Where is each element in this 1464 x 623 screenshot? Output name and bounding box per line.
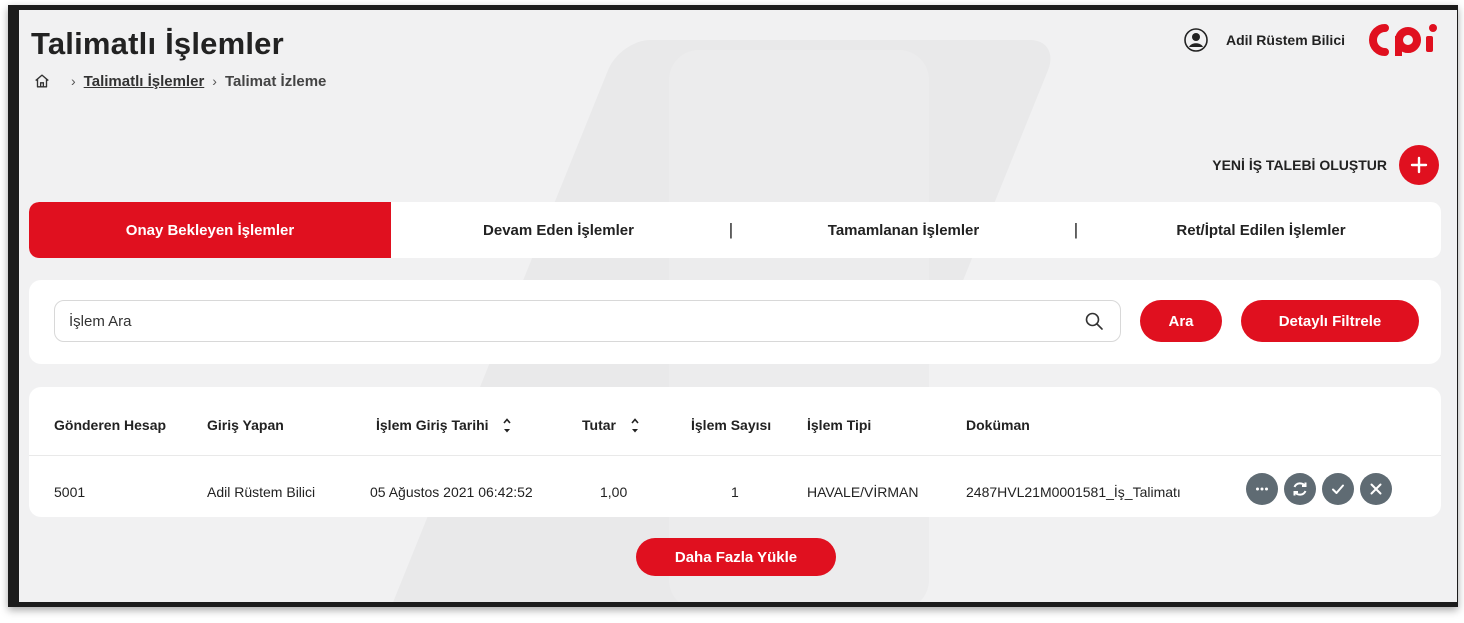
breadcrumb-separator: › [71, 73, 76, 89]
user-area: Adil Rüstem Bilici [1184, 22, 1441, 58]
search-input[interactable] [55, 301, 1084, 341]
close-icon[interactable] [1360, 473, 1392, 505]
cell-document[interactable]: 2487HVL21M0001581_İş_Talimatı [966, 484, 1181, 500]
detailed-filter-button[interactable]: Detaylı Filtrele [1241, 300, 1419, 342]
user-icon[interactable] [1184, 28, 1208, 52]
load-more-button[interactable]: Daha Fazla Yükle [636, 538, 836, 576]
breadcrumb: › Talimatlı İşlemler › Talimat İzleme [33, 72, 326, 90]
search-field [54, 300, 1121, 342]
column-header-entered-by: Giriş Yapan [207, 417, 284, 433]
column-header-entry-date-label: İşlem Giriş Tarihi [376, 417, 489, 433]
cell-transaction-type: HAVALE/VİRMAN [807, 484, 919, 500]
plus-icon[interactable] [1399, 145, 1439, 185]
cell-transaction-count: 1 [731, 484, 739, 500]
cell-entered-by: Adil Rüstem Bilici [207, 484, 316, 500]
user-name[interactable]: Adil Rüstem Bilici [1226, 32, 1345, 48]
column-header-document: Doküman [966, 417, 1030, 433]
cell-entry-date: 05 Ağustos 2021 06:42:52 [370, 484, 533, 500]
breadcrumb-link-talimatli-islemler[interactable]: Talimatlı İşlemler [84, 73, 205, 90]
sort-icon[interactable] [502, 418, 512, 434]
search-button[interactable]: Ara [1140, 300, 1222, 342]
column-header-transaction-type: İşlem Tipi [807, 417, 872, 433]
check-icon[interactable] [1322, 473, 1354, 505]
cell-sender-account: 5001 [54, 484, 86, 500]
tab-separator: | [1073, 220, 1079, 239]
column-header-amount-label: Tutar [582, 417, 616, 433]
tab-bar: Onay Bekleyen İşlemler Devam Eden İşleml… [29, 202, 1441, 258]
column-header-transaction-count: İşlem Sayısı [691, 417, 772, 433]
column-header-sender-account: Gönderen Hesap [54, 417, 167, 433]
more-icon[interactable] [1246, 473, 1278, 505]
header-divider [29, 455, 1441, 456]
tab-pending[interactable]: Onay Bekleyen İşlemler [29, 202, 391, 258]
app-screen: Talimatlı İşlemler › Talimatlı İşlemler … [19, 10, 1457, 602]
tab-rejected-cancelled[interactable]: Ret/İptal Edilen İşlemler [1081, 202, 1441, 258]
breadcrumb-separator: › [212, 73, 217, 89]
breadcrumb-current: Talimat İzleme [224, 72, 327, 90]
new-request-label: YENİ İŞ TALEBİ OLUŞTUR [1212, 157, 1387, 173]
results-table: Gönderen Hesap Giriş Yapan İşlem Giriş T… [29, 387, 1441, 517]
page-title: Talimatlı İşlemler [31, 26, 284, 61]
refresh-icon[interactable] [1284, 473, 1316, 505]
cell-amount: 1,00 [600, 484, 628, 500]
tab-separator: | [728, 220, 734, 239]
tab-completed[interactable]: Tamamlanan İşlemler [736, 202, 1071, 258]
sort-icon[interactable] [630, 418, 640, 434]
company-logo [1369, 24, 1437, 56]
column-header-amount[interactable]: Tutar [582, 417, 640, 434]
tab-in-progress[interactable]: Devam Eden İşlemler [391, 202, 726, 258]
new-request-button[interactable]: YENİ İŞ TALEBİ OLUŞTUR [1212, 145, 1439, 185]
row-actions [1246, 473, 1398, 505]
search-icon[interactable] [1084, 311, 1104, 331]
column-header-entry-date[interactable]: İşlem Giriş Tarihi [376, 417, 512, 434]
search-card: Ara Detaylı Filtrele [29, 280, 1441, 364]
home-icon[interactable] [33, 72, 51, 90]
